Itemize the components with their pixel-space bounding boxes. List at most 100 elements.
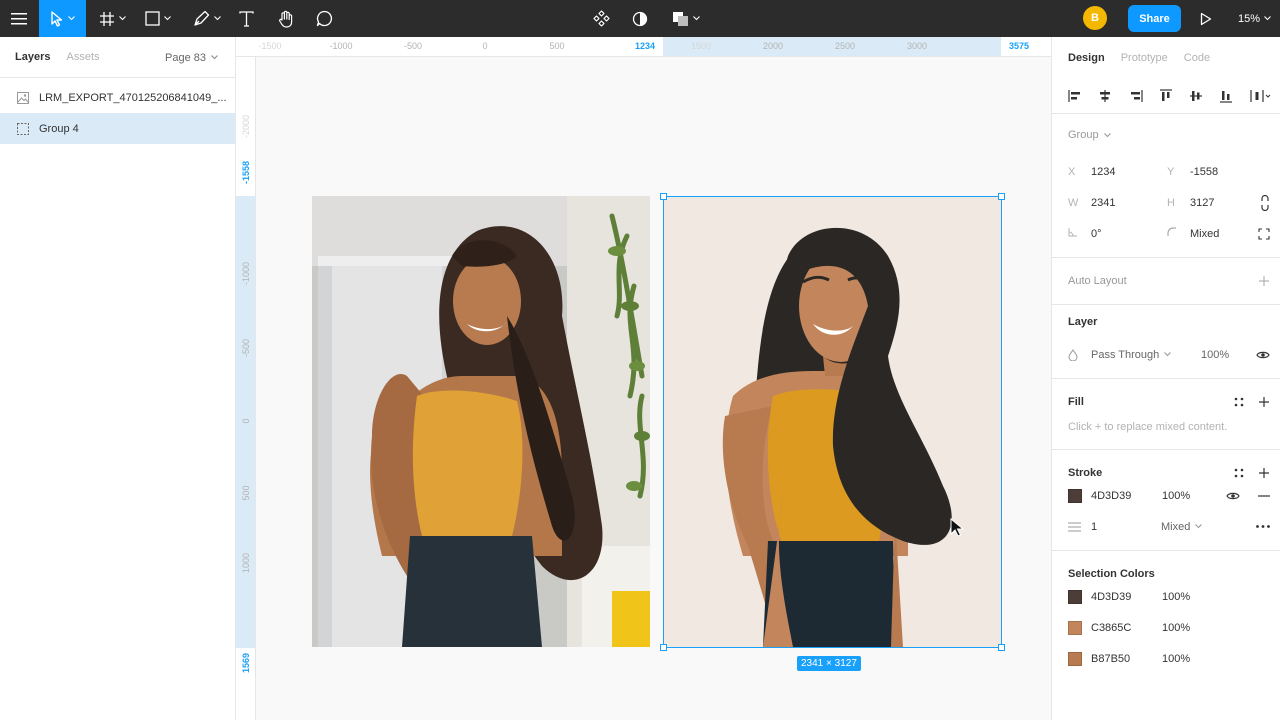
ruler-label: -2000 [241,114,251,138]
selection-box[interactable] [660,193,1005,651]
pen-icon [194,10,210,26]
chevron-down-icon [1164,352,1172,357]
layer-name: Group 4 [39,122,79,135]
add-stroke-button[interactable] [1258,467,1270,479]
selection-color-hex[interactable]: B87B50 [1091,653,1162,665]
width-input[interactable]: 2341 [1091,197,1167,209]
main-menu-button[interactable] [0,0,38,37]
stroke-weight-input[interactable]: 1 [1091,521,1161,533]
stroke-position-value: Mixed [1161,520,1191,533]
stroke-visibility-toggle[interactable] [1226,491,1240,501]
rotation-icon [1068,227,1091,240]
resize-handle-bottom-right[interactable] [998,644,1005,651]
present-button[interactable] [1193,0,1219,37]
tab-design[interactable]: Design [1068,52,1105,64]
stroke-label: Stroke [1068,467,1103,479]
layer-row-image[interactable]: LRM_EXPORT_470125206841049_... [0,82,235,113]
resize-handle-top-right[interactable] [998,193,1005,200]
page-selector[interactable]: Page 83 [165,37,218,78]
hand-tool-button[interactable] [272,0,300,37]
resize-handle-bottom-left[interactable] [660,644,667,651]
zoom-menu[interactable]: 15% [1238,0,1271,37]
independent-corners-button[interactable] [1258,227,1270,240]
layer-opacity-input[interactable]: 100% [1201,349,1229,361]
align-horizontal-center-button[interactable] [1098,89,1128,103]
fill-title: Fill [1052,379,1280,425]
selection-color-row[interactable]: 4D3D39 100% [1052,581,1280,612]
w-label: W [1068,196,1079,209]
rotation-input[interactable]: 0° [1091,228,1167,240]
tab-code[interactable]: Code [1184,52,1210,64]
align-top-button[interactable] [1159,88,1189,103]
stroke-more-options-button[interactable] [1256,525,1270,528]
resize-handle-top-left[interactable] [660,193,667,200]
vertical-ruler: -2000 -1558 -1000 -500 0 500 1000 1569 [236,57,256,720]
selection-color-opacity[interactable]: 100% [1162,591,1222,603]
mouse-cursor-icon [950,518,965,537]
design-canvas[interactable]: 2341 × 3127 [257,58,1051,720]
layer-title: Layer [1068,316,1098,328]
shape-tool-button[interactable] [138,0,178,37]
selection-color-swatch[interactable] [1068,620,1082,635]
layer-row-group[interactable]: Group 4 [0,113,235,144]
mask-button[interactable] [627,0,653,37]
more-dots-icon [1256,525,1270,528]
align-bottom-button[interactable] [1219,89,1249,103]
position-row: X 1234 Y -1558 [1052,156,1280,187]
align-vertical-center-button[interactable] [1189,89,1219,103]
remove-stroke-button[interactable] [1258,494,1270,497]
plus-icon [1259,276,1269,286]
plus-icon [1259,468,1269,478]
constrain-proportions-button[interactable] [1260,194,1270,211]
selection-color-row[interactable]: B87B50 100% [1052,643,1280,674]
fill-section: Fill Click + to replace mixed content. [1052,379,1280,450]
styles-grid-icon [1234,468,1244,478]
stroke-hex-input[interactable]: 4D3D39 [1091,490,1162,502]
selection-color-hex[interactable]: C3865C [1091,622,1162,634]
share-button[interactable]: Share [1128,5,1181,32]
stroke-position-dropdown[interactable]: Mixed [1161,520,1203,533]
selection-color-row[interactable]: C3865C 100% [1052,612,1280,643]
chevron-down-icon [118,16,126,21]
user-avatar[interactable]: B [1083,6,1107,30]
right-panel-tabs: Design Prototype Code [1052,37,1280,78]
boolean-operations-button[interactable] [668,0,704,37]
selection-color-swatch[interactable] [1068,589,1082,604]
selection-color-opacity[interactable]: 100% [1162,622,1222,634]
distribute-button[interactable] [1250,89,1280,103]
play-icon [1200,12,1212,25]
blend-icon [1068,348,1091,361]
fill-styles-button[interactable] [1234,397,1244,407]
ruler-selection-start: 1234 [634,41,656,51]
add-fill-button[interactable] [1258,396,1270,408]
stroke-color-swatch[interactable] [1068,488,1082,503]
tab-assets[interactable]: Assets [66,51,99,63]
blend-row: Pass Through 100% [1052,339,1280,370]
stroke-styles-button[interactable] [1234,468,1244,478]
align-right-button[interactable] [1129,89,1159,103]
rotation-radius-row: 0° Mixed [1052,218,1280,249]
group-type-dropdown[interactable]: Group [1052,114,1280,156]
move-tool-button[interactable] [39,0,86,37]
visibility-toggle[interactable] [1256,350,1270,360]
tab-layers[interactable]: Layers [15,51,50,63]
comment-tool-button[interactable] [310,0,338,37]
pen-tool-button[interactable] [186,0,228,37]
corner-radius-icon [1167,227,1190,240]
photo-image[interactable] [312,196,650,647]
blend-mode-dropdown[interactable]: Pass Through [1091,349,1201,361]
align-left-button[interactable] [1068,89,1098,103]
selection-color-hex[interactable]: 4D3D39 [1091,591,1162,603]
frame-tool-button[interactable] [92,0,132,37]
frame-icon [99,11,114,26]
page-name: Page 83 [165,51,206,64]
x-input[interactable]: 1234 [1091,166,1167,178]
selection-color-opacity[interactable]: 100% [1162,653,1222,665]
tab-prototype[interactable]: Prototype [1121,52,1168,64]
chevron-down-icon [211,55,218,60]
selection-color-swatch[interactable] [1068,651,1082,666]
y-input[interactable]: -1558 [1190,166,1266,178]
components-button[interactable] [588,0,614,37]
add-auto-layout-button[interactable] [1258,275,1270,287]
text-tool-button[interactable] [232,0,260,37]
